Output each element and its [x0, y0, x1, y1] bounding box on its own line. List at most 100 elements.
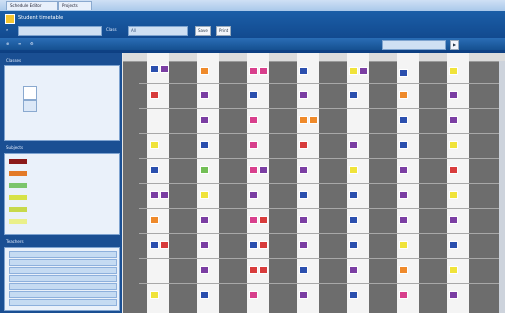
lesson-cell[interactable] [259, 266, 268, 274]
lesson-cell[interactable] [449, 191, 458, 199]
lesson-cell[interactable] [249, 216, 258, 224]
class-thumbnail[interactable] [23, 86, 37, 100]
lesson-cell[interactable] [449, 116, 458, 124]
lesson-cell[interactable] [200, 191, 209, 199]
lesson-cell[interactable] [449, 91, 458, 99]
lesson-cell[interactable] [349, 91, 358, 99]
lesson-cell[interactable] [449, 266, 458, 274]
lesson-cell[interactable] [150, 191, 159, 199]
lesson-cell[interactable] [200, 291, 209, 299]
lesson-cell[interactable] [399, 266, 408, 274]
lesson-cell[interactable] [399, 291, 408, 299]
search-input[interactable] [18, 26, 102, 36]
lesson-cell[interactable] [399, 241, 408, 249]
teacher-item[interactable] [9, 291, 117, 298]
lesson-cell[interactable] [299, 216, 308, 224]
lesson-cell[interactable] [349, 166, 358, 174]
lesson-cell[interactable] [150, 65, 159, 73]
lesson-cell[interactable] [150, 141, 159, 149]
lesson-cell[interactable] [399, 69, 408, 77]
lesson-cell[interactable] [150, 91, 159, 99]
lesson-cell[interactable] [449, 216, 458, 224]
timetable-grid [123, 53, 505, 313]
lesson-cell[interactable] [249, 141, 258, 149]
lesson-cell[interactable] [349, 191, 358, 199]
lesson-cell[interactable] [249, 67, 258, 75]
lesson-cell[interactable] [200, 216, 209, 224]
teacher-item[interactable] [9, 259, 117, 266]
teacher-item[interactable] [9, 275, 117, 282]
lesson-cell[interactable] [399, 216, 408, 224]
lesson-cell[interactable] [399, 166, 408, 174]
lesson-cell[interactable] [259, 67, 268, 75]
go-button[interactable]: ▶ [450, 40, 460, 50]
print-button[interactable]: Print [216, 26, 232, 36]
lesson-cell[interactable] [399, 116, 408, 124]
lesson-cell[interactable] [200, 67, 209, 75]
tab-projects[interactable]: Projects [58, 1, 92, 10]
lesson-cell[interactable] [249, 91, 258, 99]
lesson-cell[interactable] [150, 241, 159, 249]
lesson-cell[interactable] [399, 91, 408, 99]
lesson-cell[interactable] [399, 141, 408, 149]
lesson-cell[interactable] [299, 116, 308, 124]
tab-schedule-editor[interactable]: Schedule Editor [6, 1, 58, 10]
vertical-scrollbar[interactable] [499, 61, 505, 313]
lesson-cell[interactable] [259, 216, 268, 224]
lesson-cell[interactable] [200, 266, 209, 274]
lesson-cell[interactable] [359, 67, 368, 75]
lesson-cell[interactable] [299, 141, 308, 149]
lesson-cell[interactable] [150, 166, 159, 174]
lesson-cell[interactable] [299, 291, 308, 299]
grid-row-separator [139, 258, 505, 259]
lesson-cell[interactable] [309, 116, 318, 124]
view-select[interactable] [382, 40, 446, 50]
teacher-item[interactable] [9, 283, 117, 290]
lesson-cell[interactable] [160, 65, 169, 73]
lesson-cell[interactable] [349, 291, 358, 299]
teacher-item[interactable] [9, 251, 117, 258]
lesson-cell[interactable] [200, 116, 209, 124]
lesson-cell[interactable] [259, 241, 268, 249]
lesson-cell[interactable] [249, 166, 258, 174]
class-thumbnail[interactable] [23, 100, 37, 112]
lesson-cell[interactable] [299, 191, 308, 199]
lesson-cell[interactable] [299, 166, 308, 174]
lesson-cell[interactable] [299, 67, 308, 75]
save-button[interactable]: Save [195, 26, 211, 36]
lesson-cell[interactable] [160, 191, 169, 199]
lesson-cell[interactable] [349, 241, 358, 249]
lesson-cell[interactable] [259, 166, 268, 174]
lesson-cell[interactable] [200, 241, 209, 249]
lesson-cell[interactable] [299, 91, 308, 99]
lesson-cell[interactable] [249, 266, 258, 274]
lesson-cell[interactable] [150, 216, 159, 224]
teacher-item[interactable] [9, 299, 117, 306]
lesson-cell[interactable] [200, 166, 209, 174]
lesson-cell[interactable] [449, 166, 458, 174]
lesson-cell[interactable] [200, 141, 209, 149]
lesson-cell[interactable] [449, 291, 458, 299]
lesson-cell[interactable] [249, 291, 258, 299]
zoom-icon[interactable]: ⊕ [6, 40, 9, 48]
lesson-cell[interactable] [299, 241, 308, 249]
filter-select[interactable]: All [128, 26, 188, 36]
settings-icon[interactable]: ⚙ [30, 40, 34, 48]
lesson-cell[interactable] [449, 141, 458, 149]
lesson-cell[interactable] [349, 266, 358, 274]
lesson-cell[interactable] [160, 241, 169, 249]
lesson-cell[interactable] [249, 116, 258, 124]
lesson-cell[interactable] [449, 67, 458, 75]
lesson-cell[interactable] [299, 266, 308, 274]
lesson-cell[interactable] [150, 291, 159, 299]
lesson-cell[interactable] [449, 241, 458, 249]
lesson-cell[interactable] [349, 216, 358, 224]
lesson-cell[interactable] [349, 67, 358, 75]
filter-icon[interactable]: ≡ [18, 40, 21, 48]
lesson-cell[interactable] [349, 141, 358, 149]
lesson-cell[interactable] [249, 191, 258, 199]
teacher-item[interactable] [9, 267, 117, 274]
lesson-cell[interactable] [399, 191, 408, 199]
lesson-cell[interactable] [249, 241, 258, 249]
lesson-cell[interactable] [200, 91, 209, 99]
